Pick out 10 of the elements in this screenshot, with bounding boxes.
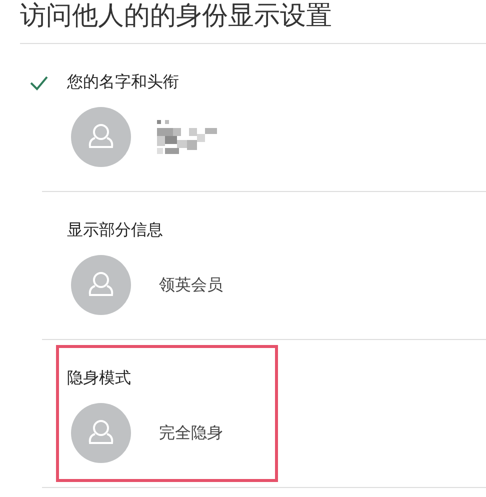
option-label[interactable]: 隐身模式 [67, 368, 131, 389]
blurred-name-drawing [157, 120, 217, 154]
option-detail: 完全隐身 [159, 422, 223, 444]
page-title: 访问他人的的身份显示设置 [20, 0, 486, 44]
option-label[interactable]: 您的名字和头衔 [67, 72, 179, 93]
option-detail: 领英会员 [159, 274, 223, 296]
avatar-icon [71, 107, 131, 167]
option-label[interactable]: 显示部分信息 [67, 220, 163, 241]
avatar-icon [71, 403, 131, 463]
avatar-icon [71, 255, 131, 315]
